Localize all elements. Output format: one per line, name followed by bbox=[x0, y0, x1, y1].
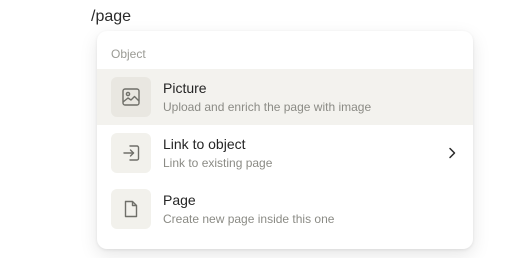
menu-item-subtitle: Link to existing page bbox=[163, 156, 273, 170]
menu-item-title: Picture bbox=[163, 80, 207, 96]
section-title: Object bbox=[111, 47, 146, 61]
menu-item-page[interactable]: Page Create new page inside this one bbox=[97, 181, 473, 237]
menu-item-subtitle: Upload and enrich the page with image bbox=[163, 100, 372, 114]
menu-item-title: Page bbox=[163, 192, 196, 208]
picture-icon bbox=[111, 77, 151, 117]
object-menu: Object Picture Upload and enrich the pag… bbox=[97, 31, 473, 249]
page-icon bbox=[111, 189, 151, 229]
slash-command-text[interactable]: /page bbox=[91, 7, 131, 27]
chevron-right-icon[interactable] bbox=[445, 145, 459, 161]
menu-item-subtitle: Create new page inside this one bbox=[163, 212, 335, 226]
menu-item-title: Link to object bbox=[163, 136, 246, 152]
menu-item-link-to-object[interactable]: Link to object Link to existing page bbox=[97, 125, 473, 181]
menu-item-picture[interactable]: Picture Upload and enrich the page with … bbox=[97, 69, 473, 125]
link-icon bbox=[111, 133, 151, 173]
